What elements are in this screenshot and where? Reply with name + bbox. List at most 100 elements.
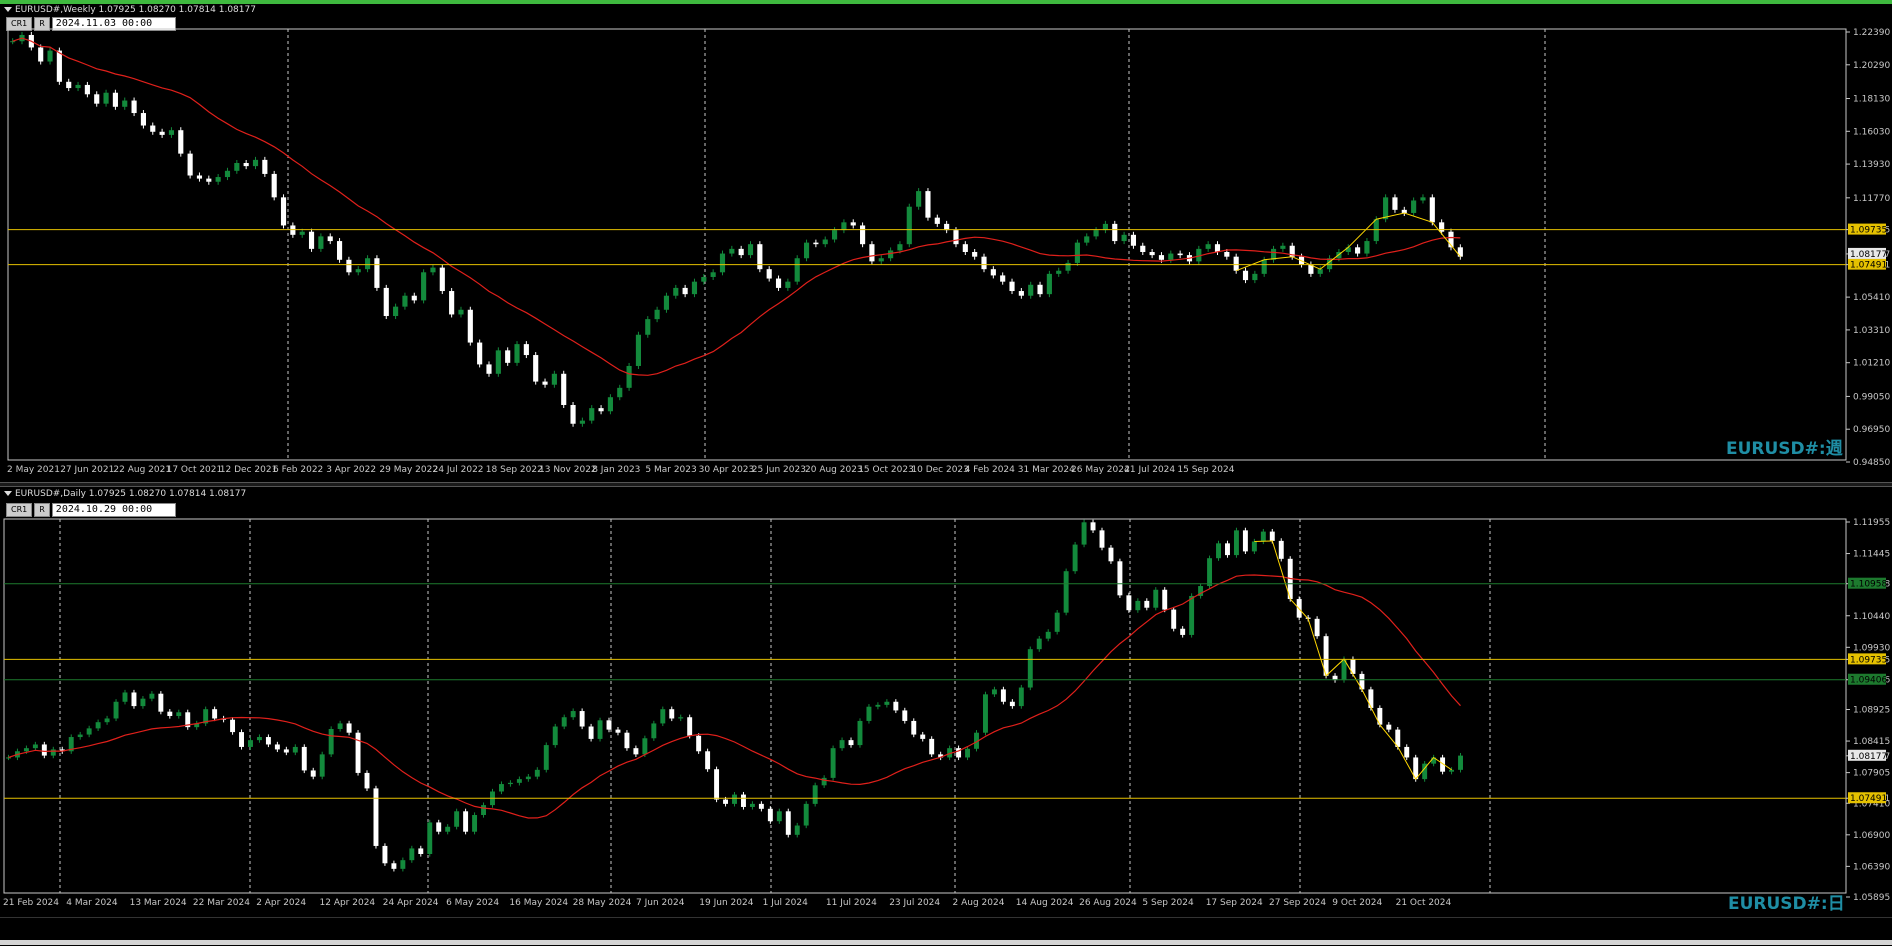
candle-body [1364,241,1370,254]
candle-body [498,784,504,792]
price-tick-label: 1.11445 [1853,550,1890,560]
candle-body [850,222,856,226]
price-tick-label: 0.94850 [1853,458,1890,468]
candle-body [635,334,642,366]
price-tick-label: 1.07905 [1853,769,1890,779]
candle-body [673,287,679,296]
candle-body [1063,571,1069,613]
weekly-chart-pane[interactable]: EURUSD#,Weekly 1.07925 1.08270 1.07814 1… [0,0,1892,482]
candle-body [1251,541,1257,552]
candle-body [1280,245,1286,249]
candle-body [409,848,415,861]
candle-body [1242,530,1248,552]
candle-body [691,281,698,295]
candle-body [794,258,800,282]
date-tick-label: 6 May 2024 [446,898,499,908]
candle-body [1108,547,1114,562]
candle-body [542,381,548,385]
date-tick-label: 13 Mar 2024 [130,898,187,908]
candle-body [280,197,287,226]
candle-body [920,734,926,739]
candle-body [776,811,782,822]
candle-body [1224,251,1230,257]
weekly-candlestick-chart[interactable]: 1.22390 1.20290 1.18130 1.16030 1.13930 1.117… [0,4,1892,482]
candle-body [439,267,445,292]
candle-body [663,295,670,310]
candle-body [884,701,890,705]
candle-body [1189,595,1195,635]
date-tick-label: 1 Jul 2024 [763,898,808,908]
price-tick-label: 1.06900 [1853,831,1890,841]
candle-body [1149,251,1155,256]
candle-body [570,405,576,424]
date-tick-label: 17 Oct 2021 [167,465,223,475]
candle-body [1045,631,1051,639]
candle-body [729,248,735,254]
candle-body [1180,628,1186,635]
candle-body [678,717,684,719]
candle-body [196,175,203,179]
candle-body [1140,245,1146,252]
candle-body [383,287,389,317]
candle-body [252,159,259,167]
candle-body [41,744,47,756]
candle-body [248,740,253,747]
date-tick-label: 24 Jul 2022 [433,465,484,475]
candle-body [445,826,451,832]
date-tick-label: 19 Jun 2024 [699,898,753,908]
date-tick-label: 21 Feb 2024 [3,898,59,908]
price-tick-label: 1.09930 [1853,643,1890,653]
candle-body [803,242,810,259]
candle-body [1130,234,1137,246]
candle-body [991,689,997,695]
candle-body [533,355,539,382]
candle-body [283,749,289,753]
candle-body [1126,595,1132,611]
candle-body [86,728,92,735]
candle-body [382,845,388,864]
candle-body [981,256,987,270]
candle-body [803,803,809,826]
candle-body [458,309,464,315]
candle-body [1383,197,1389,220]
candle-body [1252,273,1258,281]
candle-body [230,719,236,733]
candle-body [1373,219,1379,242]
price-tick-label: 1.11955 [1853,518,1890,528]
candle-body [1117,561,1123,596]
price-tick-label: 1.22390 [1853,28,1890,38]
price-label-lower: 1.07491 [1850,261,1887,271]
candle-body [215,177,221,182]
price-tick-label: 1.06390 [1853,862,1890,872]
candle-body [972,251,978,257]
candle-body [1112,223,1118,242]
candle-body [1439,222,1445,232]
candle-body [1233,530,1239,556]
candle-body [454,811,460,827]
candle-body [813,242,819,245]
candle-body [552,726,558,746]
candle-body [467,309,473,343]
chart-tabs-bar[interactable] [0,940,1892,945]
candle-body [1177,253,1183,256]
candle-body [660,709,666,724]
candle-body [328,728,334,755]
daily-chart-pane[interactable]: EURUSD#,Daily 1.07925 1.08270 1.07814 1.… [0,487,1892,917]
candle-body [168,130,175,135]
candle-body [1074,242,1080,263]
candle-body [38,47,44,62]
candle-body [75,84,81,89]
price-label-green_upper: 1.10958 [1850,580,1887,590]
candle-body [925,191,931,218]
candle-body [934,217,940,224]
candle-body [869,244,875,262]
daily-candlestick-chart[interactable]: 1.11955 1.11445 1.10958 1.10440 1.09930 1.097… [0,487,1892,917]
candle-body [740,794,746,807]
date-tick-label: 29 May 2022 [379,465,438,475]
date-tick-label: 13 Nov 2022 [539,465,597,475]
date-tick-label: 17 Sep 2024 [1206,898,1263,908]
date-tick-label: 15 Sep 2024 [1177,465,1234,475]
candle-body [158,693,164,712]
date-tick-label: 20 Aug 2023 [805,465,863,475]
candle-body [857,720,863,746]
